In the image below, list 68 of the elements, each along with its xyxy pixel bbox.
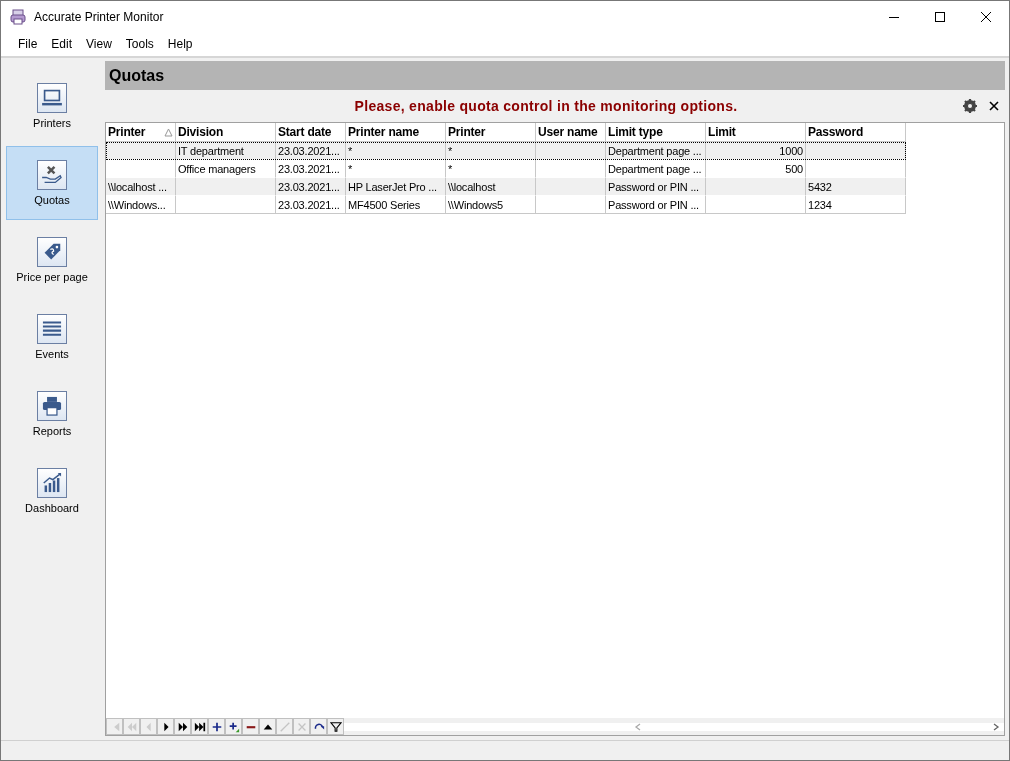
sidebar-item[interactable]: Reports: [6, 377, 98, 451]
navigator-button[interactable]: [225, 718, 242, 735]
navigator-button[interactable]: [157, 718, 174, 735]
table-cell: \\Windows...: [106, 196, 176, 214]
table-cell: *: [446, 142, 536, 160]
horizontal-scrollbar[interactable]: [344, 722, 1004, 731]
navigator-button[interactable]: [259, 718, 276, 735]
bar-chart-icon: [37, 468, 67, 498]
table-cell: \\localhost ...: [106, 178, 176, 196]
window-title: Accurate Printer Monitor: [34, 9, 164, 24]
table-cell: IT department: [176, 142, 276, 160]
navigator-button[interactable]: [208, 718, 225, 735]
table-cell: 1234: [806, 196, 906, 214]
plus-icon: [210, 720, 223, 733]
table-cell: 23.03.2021...: [276, 178, 346, 196]
table-cell: Department page ...: [606, 142, 706, 160]
last-record-icon: [193, 720, 206, 733]
hand-cross-icon: [37, 160, 67, 190]
table-cell: \\Windows5: [446, 196, 536, 214]
menu-item[interactable]: View: [79, 37, 119, 51]
table-cell: MF4500 Series: [346, 196, 446, 214]
laptop-icon: [37, 83, 67, 113]
sidebar-item[interactable]: Printers: [6, 69, 98, 143]
fast-forward-icon: [176, 720, 189, 733]
navigator-button[interactable]: [174, 718, 191, 735]
list-icon: [37, 314, 67, 344]
menu-item[interactable]: Help: [160, 37, 200, 51]
warning-message: Please, enable quota control in the monitoring options.: [353, 98, 739, 114]
sidebar-item[interactable]: Dashboard: [6, 454, 98, 528]
table-cell: 1000: [706, 142, 806, 160]
table-cell: 23.03.2021...: [276, 142, 346, 160]
table-row[interactable]: IT department 23.03.2021... * * Department page ... 1000: [106, 142, 906, 160]
app-icon: [10, 8, 26, 25]
rewind-icon: [125, 720, 138, 733]
scroll-left-icon: [634, 722, 642, 731]
table-cell: [536, 178, 606, 196]
price-tag-icon: [37, 237, 67, 267]
table-cell: Password or PIN ...: [606, 178, 706, 196]
navigator-button[interactable]: [310, 718, 327, 735]
navigator-button[interactable]: [242, 718, 259, 735]
table-cell: 5432: [806, 178, 906, 196]
sidebar-item[interactable]: Price per page: [6, 223, 98, 297]
navigator-button[interactable]: [191, 718, 208, 735]
scroll-right-icon: [992, 722, 1000, 731]
check-icon: [278, 720, 291, 733]
settings-icon: [963, 99, 977, 113]
close-icon: [981, 11, 991, 22]
table-cell: \\localhost: [446, 178, 536, 196]
sidebar-item[interactable]: Events: [6, 300, 98, 374]
table-cell: [536, 196, 606, 214]
maximize-icon: [935, 11, 945, 22]
table-cell: HP LaserJet Pro ...: [346, 178, 446, 196]
table-cell: 23.03.2021...: [276, 196, 346, 214]
printer-icon: [37, 391, 67, 421]
menu-item[interactable]: Edit: [44, 37, 80, 51]
menu-item[interactable]: File: [11, 37, 45, 51]
table-row[interactable]: \\Windows... 23.03.2021... MF4500 Series \\Windows5 Password or PIN ... 1234: [106, 196, 906, 214]
sidebar-item[interactable]: Quotas: [6, 146, 98, 220]
table-row[interactable]: \\localhost ... 23.03.2021... HP LaserJet Pro ... \\localhost Password or PIN ... 5432: [106, 178, 906, 196]
table-cell: [536, 142, 606, 160]
table-cell: Password or PIN ...: [606, 196, 706, 214]
menu-item[interactable]: Tools: [118, 37, 161, 51]
plus-add-icon: [227, 720, 240, 733]
close-icon: [989, 101, 999, 111]
filter-icon: [329, 720, 342, 733]
panel-title: Quotas: [105, 61, 1005, 90]
table-cell: *: [346, 142, 446, 160]
navigator-button[interactable]: [327, 718, 344, 735]
